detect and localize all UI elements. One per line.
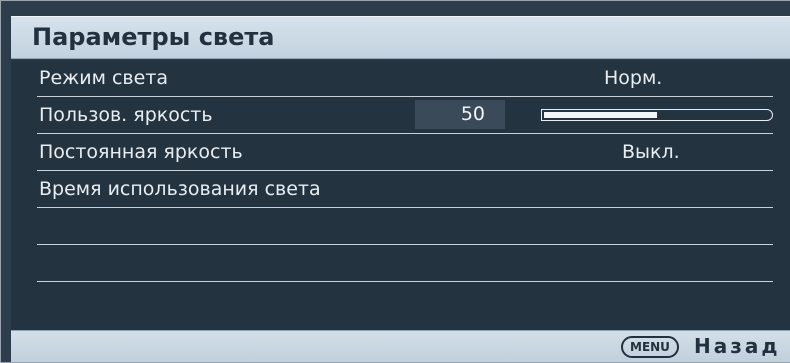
menu-item-label: Режим света: [39, 67, 169, 89]
menu-item-light-mode[interactable]: Режим света Норм.: [37, 60, 773, 97]
menu-item-label: Пользов. яркость: [39, 104, 213, 126]
brightness-slider[interactable]: [541, 109, 773, 121]
menu-item-label: Постоянная яркость: [39, 141, 243, 163]
constant-brightness-value[interactable]: Выкл.: [622, 141, 680, 163]
menu-key-icon: MENU: [621, 336, 679, 358]
menu-item-label: Время использования света: [39, 178, 321, 200]
menu-item-empty: [37, 245, 773, 282]
brightness-value: 50: [460, 103, 485, 125]
menu-list: Режим света Норм. Пользов. яркость 50 По…: [11, 60, 790, 330]
light-mode-value[interactable]: Норм.: [604, 67, 662, 89]
menu-item-user-brightness[interactable]: Пользов. яркость 50: [37, 97, 773, 134]
osd-menu-window: Параметры света Режим света Норм. Пользо…: [0, 0, 790, 363]
menu-footer: MENU Назад: [11, 330, 790, 362]
menu-header: Параметры света: [11, 16, 790, 59]
brightness-slider-fill: [544, 112, 657, 118]
menu-item-constant-brightness[interactable]: Постоянная яркость Выкл.: [37, 134, 773, 171]
brightness-value-box: 50: [415, 100, 505, 129]
menu-item-empty: [37, 208, 773, 245]
menu-item-light-usage-time[interactable]: Время использования света: [37, 171, 773, 208]
menu-title: Параметры света: [32, 23, 275, 51]
back-label[interactable]: Назад: [694, 334, 781, 358]
